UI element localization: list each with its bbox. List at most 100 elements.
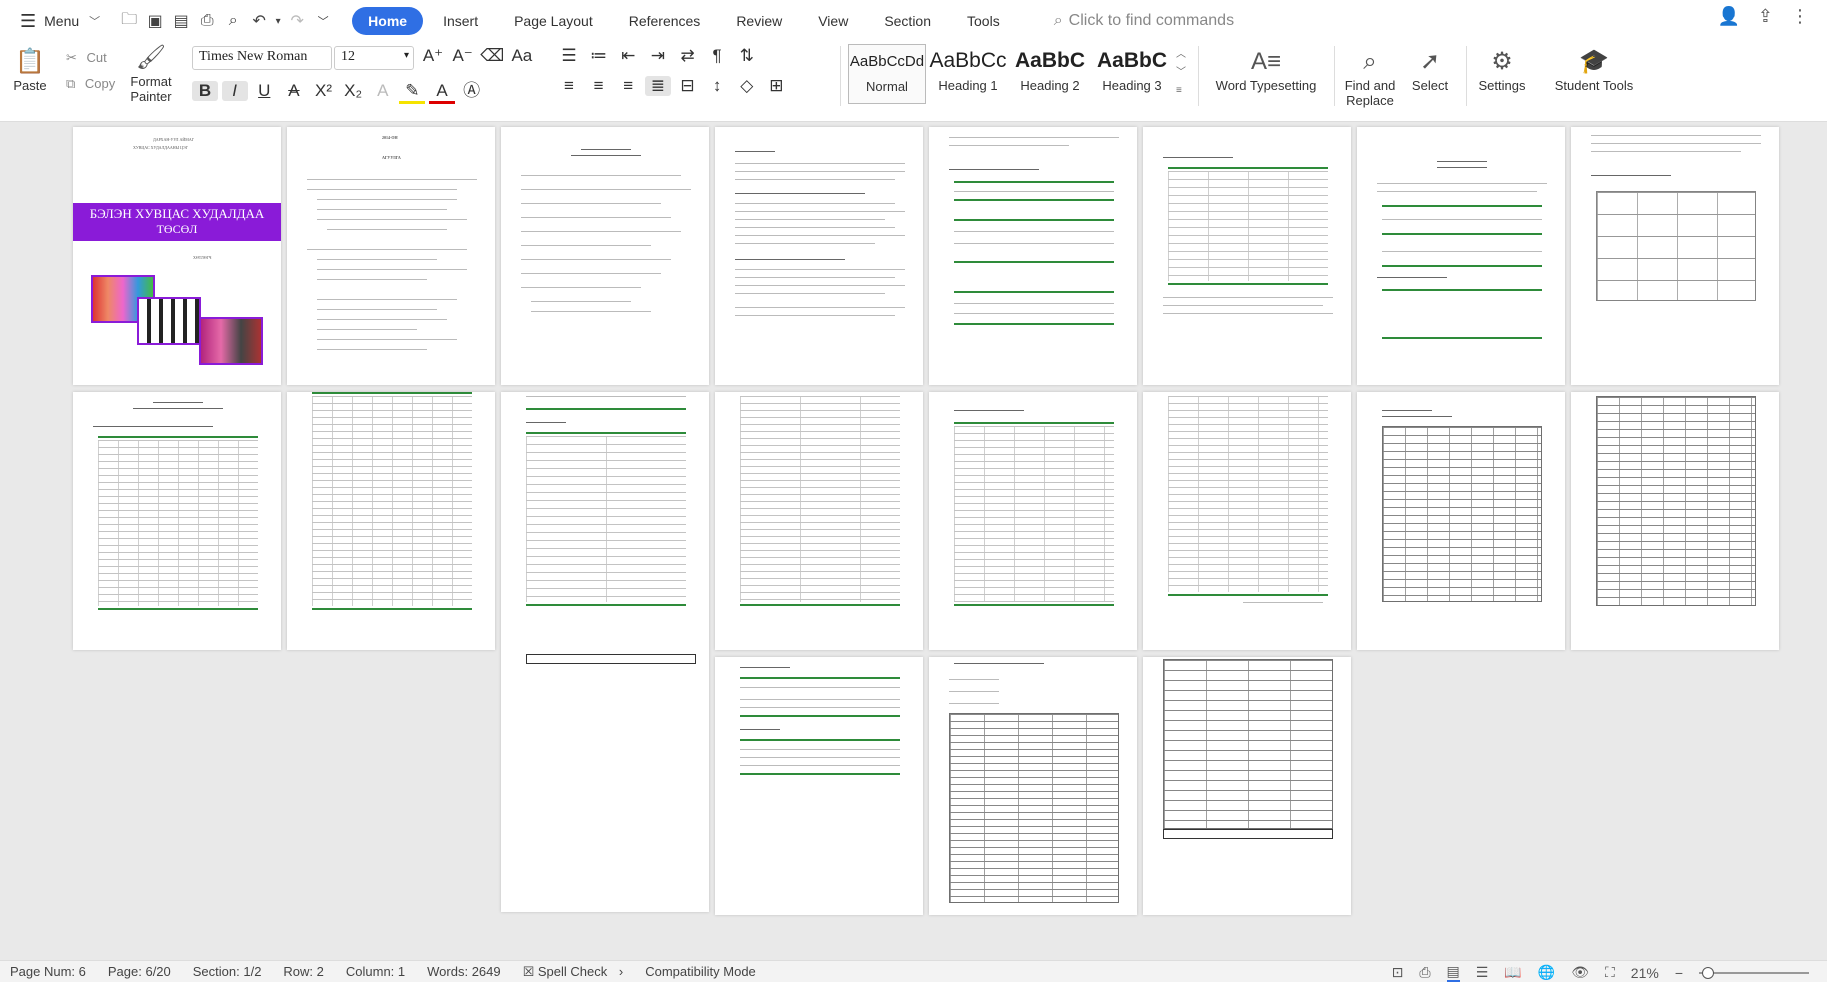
more-options-icon[interactable]: ⋮ [1791,6,1809,27]
clear-format-icon[interactable]: ⌫ [479,46,505,66]
tab-references[interactable]: References [613,7,717,35]
increase-indent-icon[interactable]: ⇥ [645,46,671,66]
tab-home[interactable]: Home [352,7,424,35]
undo-dropdown-icon[interactable]: ▾ [272,6,284,36]
page-indicator[interactable]: Page: 6/20 [108,964,171,979]
italic-icon[interactable]: I [221,81,248,101]
zoom-slider[interactable] [1699,966,1809,979]
find-replace-button[interactable]: ⌕ Find and Replace [1340,46,1400,108]
style-normal[interactable]: AaBbCcDd Normal [848,44,926,104]
export-pdf-icon[interactable]: ▤ [168,6,194,36]
chevron-down-icon[interactable]: ﹀ [1176,64,1186,82]
zoom-out-icon[interactable]: − [1675,965,1683,981]
student-tools-button[interactable]: 🎓 Student Tools [1544,46,1644,93]
more-styles-icon[interactable]: ≡ [1176,82,1186,100]
style-heading-2[interactable]: AaBbC Heading 2 [1010,44,1090,104]
justify-icon[interactable]: ≣ [644,76,671,96]
redo-icon[interactable]: ↷ [284,6,310,36]
tab-review[interactable]: Review [720,7,798,35]
strikethrough-icon[interactable]: A [281,81,307,101]
align-center-icon[interactable]: ≡ [586,76,612,96]
paste-button[interactable]: 📋 Paste [10,46,50,93]
share-icon[interactable]: ⇪ [1758,6,1773,27]
print-layout-icon[interactable]: ⎙ [1419,964,1430,981]
fit-page-icon[interactable]: ⛶ [1605,964,1615,981]
page-3[interactable] [501,127,709,385]
settings-button[interactable]: ⚙ Settings [1474,46,1530,93]
print-icon[interactable]: ⎙ [194,6,220,36]
styles-scroll[interactable]: ︿ ﹀ ≡ [1176,46,1186,100]
open-folder-icon[interactable]: 🗀 [116,6,142,36]
page-11[interactable] [501,392,709,912]
page-13[interactable] [929,392,1137,650]
change-case-icon[interactable]: Aa [509,46,535,66]
page-5[interactable] [929,127,1137,385]
underline-icon[interactable]: U [251,81,277,101]
tab-insert[interactable]: Insert [427,7,494,35]
page-18[interactable] [929,657,1137,915]
read-mode-icon[interactable]: ⊡ [1392,964,1404,981]
web-layout-icon[interactable]: 🌐 [1538,964,1555,981]
document-canvas[interactable]: ДАРХАН-УУЛ АЙМАГ ХУВЦАС ХУДАЛДААНЫ ЦЭГ Б… [0,122,1827,960]
bold-icon[interactable]: B [192,81,218,101]
spell-check-button[interactable]: ☒ Spell Check › [523,964,624,980]
style-heading-1[interactable]: AaBbCc Heading 1 [928,44,1008,104]
borders-icon[interactable]: ⊞ [763,76,789,96]
page-14[interactable] [1143,392,1351,650]
shading-icon[interactable]: ◇ [734,76,760,96]
print-preview-icon[interactable]: ⌕ [220,6,246,36]
text-direction-icon[interactable]: ⇄ [675,46,701,66]
font-size-select[interactable]: 12 ▾ [334,46,414,70]
page-view-icon[interactable]: ▤ [1446,963,1460,982]
grow-font-icon[interactable]: A⁺ [420,46,446,66]
page-6[interactable] [1143,127,1351,385]
zoom-level[interactable]: 21% [1631,965,1659,981]
tab-view[interactable]: View [802,7,864,35]
bullets-icon[interactable]: ☰ [556,46,582,66]
line-spacing-icon[interactable]: ↕ [704,76,730,96]
subscript-icon[interactable]: X₂ [340,81,366,101]
outline-view-icon[interactable]: ☰ [1476,964,1489,981]
superscript-icon[interactable]: X² [311,81,337,101]
reading-view-icon[interactable]: 📖 [1504,964,1521,981]
text-effects-icon[interactable]: A [370,81,396,101]
main-menu-button[interactable]: ☰ Menu ﹀ [14,6,106,36]
section-indicator[interactable]: Section: 1/2 [193,964,262,979]
shrink-font-icon[interactable]: A⁻ [450,46,476,66]
font-name-select[interactable]: Times New Roman [192,46,332,70]
page-4[interactable] [715,127,923,385]
copy-button[interactable]: ⧉ Copy [66,76,115,92]
word-typesetting-button[interactable]: A≡ Word Typesetting [1206,46,1326,93]
save-icon[interactable]: ▣ [142,6,168,36]
command-search[interactable]: ⌕ Click to find commands [1054,12,1234,30]
undo-icon[interactable]: ↶ [246,6,272,36]
zoom-slider-thumb[interactable] [1701,966,1714,979]
align-left-icon[interactable]: ≡ [556,76,582,96]
customize-quick-access-icon[interactable]: ﹀ [310,6,336,36]
word-count[interactable]: Words: 2649 [427,964,500,979]
cut-button[interactable]: ✂ Cut [66,50,107,66]
tab-section[interactable]: Section [868,7,947,35]
page-7[interactable] [1357,127,1565,385]
page-1-cover[interactable]: ДАРХАН-УУЛ АЙМАГ ХУВЦАС ХУДАЛДААНЫ ЦЭГ Б… [73,127,281,385]
decrease-indent-icon[interactable]: ⇤ [615,46,641,66]
font-color-icon[interactable]: A [429,81,455,104]
page-19[interactable] [1143,657,1351,915]
tab-tools[interactable]: Tools [951,7,1016,35]
page-17[interactable] [715,657,923,915]
format-painter-button[interactable]: 🖌 Format Painter [126,42,176,104]
distributed-icon[interactable]: ⊟ [675,76,701,96]
page-15[interactable] [1357,392,1565,650]
account-icon[interactable]: 👤 [1717,6,1739,27]
highlight-icon[interactable]: ✎ [399,81,426,104]
page-12[interactable] [715,392,923,650]
tab-page-layout[interactable]: Page Layout [498,7,609,35]
style-heading-3[interactable]: AaBbC Heading 3 [1092,44,1172,104]
chevron-up-icon[interactable]: ︿ [1176,46,1186,64]
page-8[interactable] [1571,127,1779,385]
select-button[interactable]: ➚ Select [1402,46,1458,93]
page-9[interactable] [73,392,281,650]
numbering-icon[interactable]: ≔ [586,46,612,66]
show-marks-icon[interactable]: ¶ [704,46,730,66]
eye-protection-icon[interactable]: 👁 [1571,964,1589,981]
